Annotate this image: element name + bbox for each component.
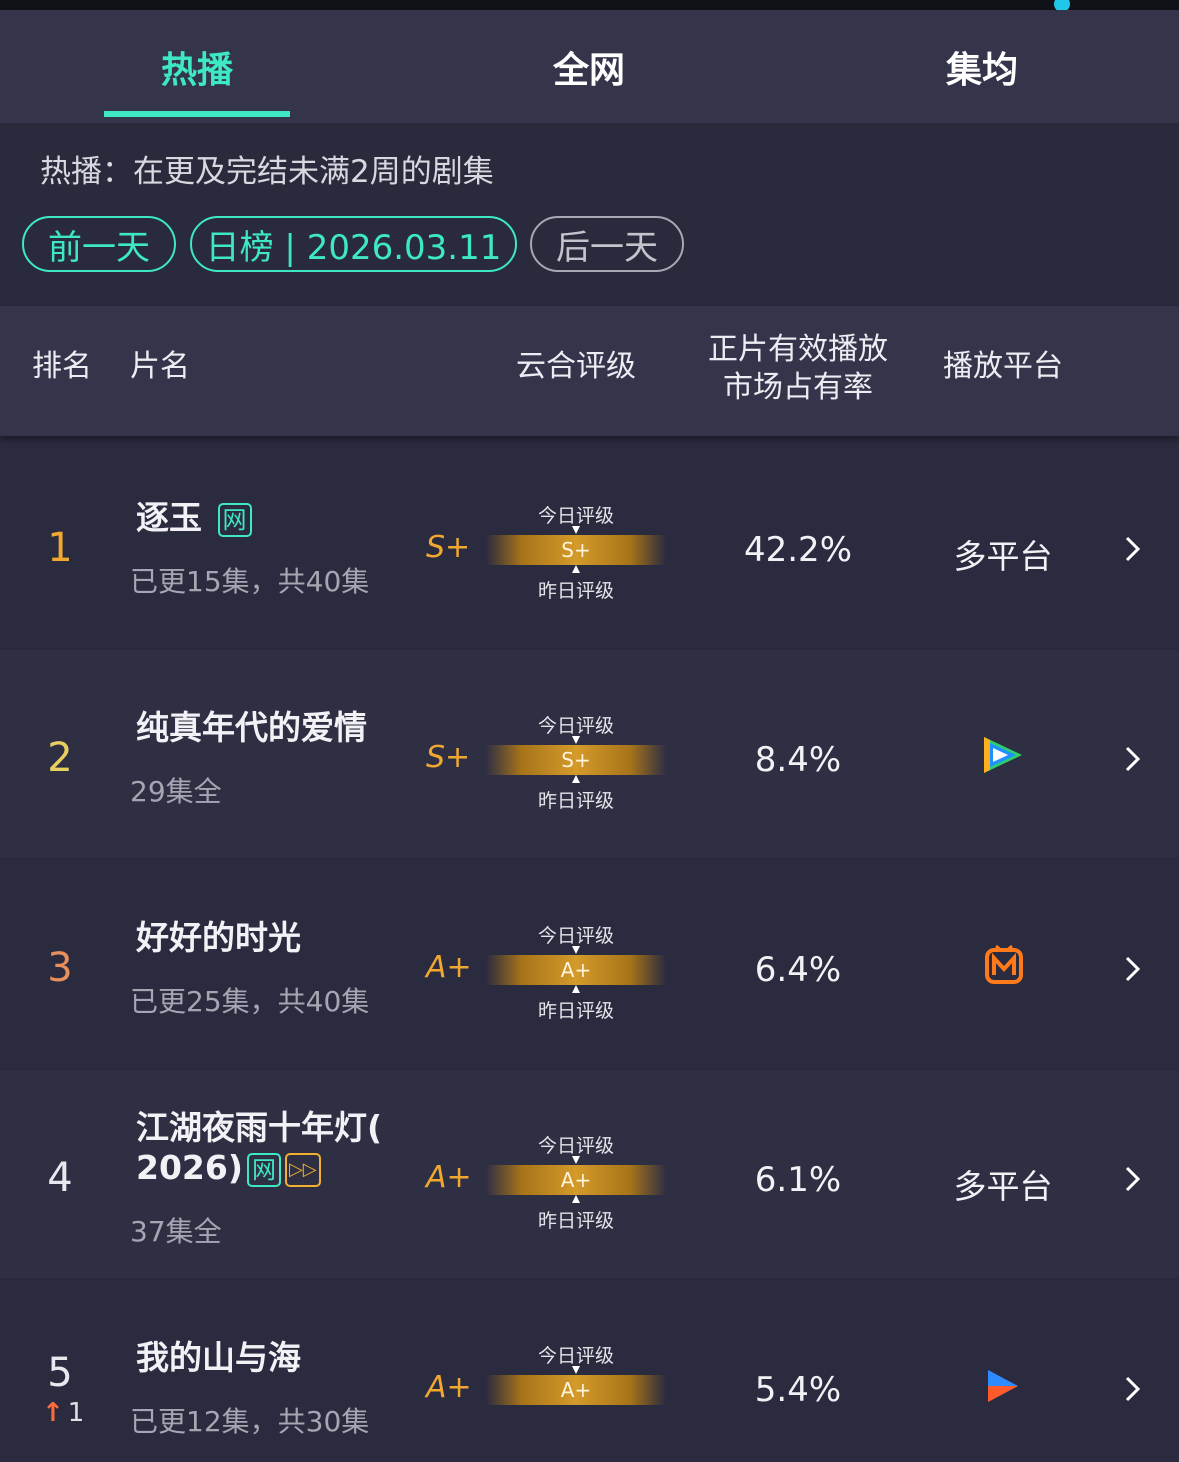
today-marker <box>572 946 580 954</box>
tab-all-network[interactable]: 全网 <box>496 10 682 123</box>
chevron-right-icon[interactable] <box>1118 955 1146 983</box>
episode-status: 29集全 <box>130 775 222 808</box>
rank-change: ↑ 1 <box>42 1398 84 1428</box>
rank-change-value: 1 <box>67 1398 85 1428</box>
grade-label: A+ <box>426 950 472 985</box>
next-day-button[interactable]: 后一天 <box>530 216 684 272</box>
rank-number: 1 <box>47 525 73 571</box>
today-marker <box>572 526 580 534</box>
col-title: 片名 <box>130 349 190 384</box>
rank-number: 4 <box>47 1155 73 1201</box>
drama-title: 纯真年代的爱情 <box>136 708 367 747</box>
grade-label: A+ <box>426 1160 472 1195</box>
table-row[interactable]: 4 江湖夜雨十年灯( 2026) 网 ▷▷ 37集全 A+ 今日评级 A+ 昨日评级… <box>0 1070 1179 1278</box>
drama-title-line2: 2026) 网 ▷▷ <box>136 1148 382 1188</box>
yesterday-rating-label: 昨日评级 <box>537 790 614 812</box>
prev-day-button[interactable]: 前一天 <box>22 216 176 272</box>
market-share: 8.4% <box>754 740 842 780</box>
yesterday-rating-label: 昨日评级 <box>537 1000 614 1022</box>
gauge-grade: A+ <box>560 1168 592 1192</box>
table-row[interactable]: 5 ↑ 1 我的山与海 已更12集，共30集 A+ 今日评级 A+ 5.4% <box>0 1280 1179 1462</box>
tencent-video-icon <box>984 737 1022 773</box>
col-share-line1[interactable]: 正片有效播放 <box>700 330 896 370</box>
drama-title: 我的山与海 <box>136 1338 301 1377</box>
gauge-grade: A+ <box>560 1378 592 1402</box>
yesterday-marker <box>572 565 580 573</box>
chevron-right-icon[interactable] <box>1118 1375 1146 1403</box>
gauge-grade: S+ <box>561 748 591 772</box>
chevron-right-icon[interactable] <box>1118 745 1146 773</box>
rating-gauge: S+ <box>486 745 666 775</box>
rank-number: 2 <box>47 735 73 781</box>
market-share: 6.1% <box>754 1160 842 1200</box>
chevron-right-icon[interactable] <box>1118 1165 1146 1193</box>
table-header: 排名 片名 云合评级 正片有效播放 市场占有率 播放平台 <box>0 306 1179 436</box>
today-marker <box>572 1366 580 1374</box>
youku-icon <box>988 1370 1018 1402</box>
col-platform: 播放平台 <box>943 349 1063 384</box>
network-badge: 网 <box>246 1152 281 1187</box>
episode-status: 已更15集，共40集 <box>130 565 370 598</box>
table-row[interactable]: 3 好好的时光 已更25集，共40集 A+ 今日评级 A+ 昨日评级 6.4% <box>0 860 1179 1068</box>
rating-gauge: S+ <box>486 535 666 565</box>
col-rating[interactable]: 云合评级 <box>506 347 646 387</box>
col-share-line2[interactable]: 市场占有率 <box>700 368 896 408</box>
market-share: 6.4% <box>754 950 842 990</box>
tab-bar: 热播 全网 集均 <box>0 10 1179 123</box>
yesterday-marker <box>572 775 580 783</box>
tab-hot[interactable]: 热播 <box>104 10 290 123</box>
drama-title: 江湖夜雨十年灯( 2026) 网 ▷▷ <box>136 1108 382 1188</box>
today-rating-label: 今日评级 <box>537 505 614 527</box>
drama-title-line2-text: 2026) <box>136 1148 243 1187</box>
list-description: 热播：在更及完结未满2周的剧集 <box>40 154 494 190</box>
drama-title: 好好的时光 <box>136 918 301 957</box>
episode-status: 37集全 <box>130 1215 222 1248</box>
rating-gauge: A+ <box>486 1165 666 1195</box>
table-row[interactable]: 2 纯真年代的爱情 29集全 S+ 今日评级 S+ 昨日评级 8.4% <box>0 650 1179 858</box>
episode-status: 已更25集，共40集 <box>130 985 370 1018</box>
tab-episode-average[interactable]: 集均 <box>889 10 1075 123</box>
drama-title-line1: 江湖夜雨十年灯( <box>136 1108 383 1147</box>
today-rating-label: 今日评级 <box>537 715 614 737</box>
gauge-grade: A+ <box>560 958 592 982</box>
drama-title: 逐玉 网 <box>136 498 252 538</box>
grade-label: S+ <box>426 740 471 775</box>
active-tab-underline <box>104 111 290 117</box>
today-marker <box>572 1156 580 1164</box>
today-marker <box>572 736 580 744</box>
date-selector[interactable]: 日榜 | 2026.03.11 <box>190 216 517 272</box>
today-rating-label: 今日评级 <box>537 925 614 947</box>
platform-text: 多平台 <box>953 537 1053 576</box>
market-share: 5.4% <box>754 1370 842 1410</box>
chevron-right-icon[interactable] <box>1118 535 1146 563</box>
status-strip <box>0 0 1179 10</box>
grade-label: A+ <box>426 1370 472 1405</box>
episode-status: 已更12集，共30集 <box>130 1405 370 1438</box>
rank-up-arrow-icon: ↑ <box>42 1398 64 1428</box>
mango-tv-icon <box>985 944 1023 984</box>
network-badge: 网 <box>217 502 252 537</box>
fast-forward-icon: ▷▷ <box>284 1152 321 1187</box>
today-rating-label: 今日评级 <box>537 1345 614 1367</box>
yesterday-marker <box>572 985 580 993</box>
grade-label: S+ <box>426 530 471 565</box>
gauge-grade: S+ <box>561 538 591 562</box>
yesterday-marker <box>572 1195 580 1203</box>
platform-text: 多平台 <box>953 1167 1053 1206</box>
market-share: 42.2% <box>743 530 852 570</box>
rating-gauge: A+ <box>486 955 666 985</box>
drama-title-text: 逐玉 <box>136 498 202 537</box>
col-rank: 排名 <box>32 349 92 384</box>
yesterday-rating-label: 昨日评级 <box>537 580 614 602</box>
today-rating-label: 今日评级 <box>537 1135 614 1157</box>
table-row[interactable]: 1 逐玉 网 已更15集，共40集 S+ 今日评级 S+ 昨日评级 42.2% … <box>0 440 1179 648</box>
rank-number: 5 <box>47 1350 73 1396</box>
yesterday-rating-label: 昨日评级 <box>537 1210 614 1232</box>
rating-gauge: A+ <box>486 1375 666 1405</box>
rank-number: 3 <box>47 945 73 991</box>
